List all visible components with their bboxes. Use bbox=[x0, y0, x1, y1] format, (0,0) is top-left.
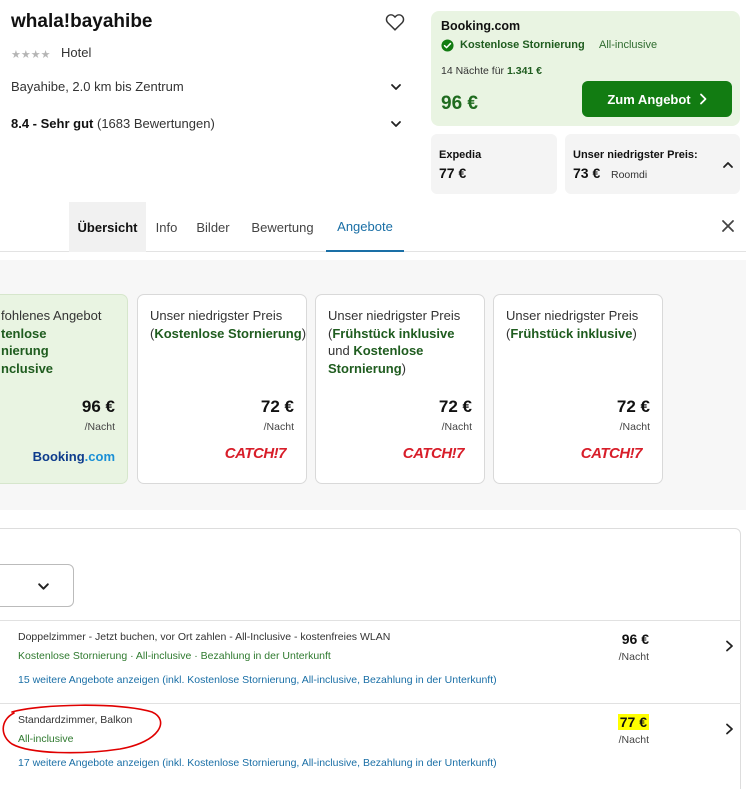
more-offers-link[interactable]: 15 weitere Angebote anzeigen (inkl. Kost… bbox=[18, 674, 497, 686]
catch7-logo: CATCH!7 bbox=[402, 445, 465, 462]
tab-bewertung[interactable]: Bewertung bbox=[242, 202, 323, 252]
offer-unit: /Nacht bbox=[84, 421, 115, 433]
offer-card-lowest-breakfast-cancel[interactable]: Unser niedrigster Preis (Frühstück inklu… bbox=[315, 294, 485, 484]
top-offer-price: 96 € bbox=[441, 93, 478, 114]
room-price: 77 € bbox=[617, 714, 649, 730]
close-icon[interactable] bbox=[721, 219, 735, 233]
expedia-offer-card[interactable]: Expedia 77 € bbox=[431, 134, 557, 194]
provider-name: Booking.com bbox=[441, 19, 521, 33]
room-price-unit: /Nacht bbox=[618, 734, 649, 746]
offer-unit: /Nacht bbox=[263, 421, 294, 433]
offer-price: 72 € bbox=[438, 397, 472, 416]
offer-unit: /Nacht bbox=[619, 421, 650, 433]
offer-title: fohlenes Angebot tenlose nierung nclusiv… bbox=[1, 308, 102, 376]
divider bbox=[0, 620, 741, 621]
chevron-down-icon bbox=[38, 583, 49, 590]
offer-title: Unser niedrigster Preis (Kostenlose Stor… bbox=[150, 308, 307, 341]
offer-unit: /Nacht bbox=[441, 421, 472, 433]
offer-card-lowest-cancel[interactable]: Unser niedrigster Preis (Kostenlose Stor… bbox=[137, 294, 307, 484]
check-circle-icon bbox=[441, 39, 454, 52]
lowest-price-card[interactable]: Unser niedrigster Preis: 73 € Roomdi bbox=[565, 134, 740, 194]
offer-price: 73 € bbox=[573, 165, 601, 181]
room-price-unit: /Nacht bbox=[618, 651, 649, 663]
rating-score: 8.4 - Sehr gut bbox=[11, 116, 94, 131]
booking-logo: Booking.com bbox=[32, 449, 115, 464]
chevron-down-icon bbox=[391, 121, 401, 127]
hotel-name: whala!bayahibe bbox=[11, 11, 153, 32]
rating-count: (1683 Bewertungen) bbox=[96, 116, 215, 131]
chevron-right-icon[interactable] bbox=[724, 640, 735, 652]
tab-bar: Übersicht Info Bilder Bewertung Angebote bbox=[0, 202, 746, 252]
chevron-down-icon bbox=[391, 84, 401, 90]
offer-card-lowest-breakfast[interactable]: Unser niedrigster Preis (Frühstück inklu… bbox=[493, 294, 663, 484]
provider-name: Expedia bbox=[439, 149, 482, 161]
cancellation-label: Kostenlose Stornierung bbox=[460, 39, 585, 51]
nights-total: 14 Nächte für 1.341 € bbox=[441, 65, 543, 77]
sort-dropdown[interactable] bbox=[0, 564, 74, 607]
lowest-price-label: Unser niedrigster Preis: bbox=[573, 149, 698, 161]
chevron-right-icon bbox=[699, 93, 707, 105]
rating-row[interactable]: 8.4 - Sehr gut (1683 Bewertungen) bbox=[11, 115, 406, 133]
chevron-right-icon[interactable] bbox=[724, 723, 735, 735]
heart-icon[interactable] bbox=[384, 11, 406, 33]
offer-source: Roomdi bbox=[611, 169, 648, 181]
catch7-logo: CATCH!7 bbox=[224, 445, 287, 462]
offer-price: 72 € bbox=[260, 397, 294, 416]
location-row[interactable]: Bayahibe, 2.0 km bis Zentrum bbox=[11, 78, 406, 96]
top-offer-card[interactable]: Booking.com Kostenlose Stornierung All-i… bbox=[431, 11, 740, 126]
tab-uebersicht[interactable]: Übersicht bbox=[69, 202, 146, 252]
offer-title: Unser niedrigster Preis (Frühstück inklu… bbox=[506, 308, 639, 341]
board-label: All-inclusive bbox=[599, 39, 658, 51]
tab-info[interactable]: Info bbox=[148, 202, 185, 252]
offer-price: 72 € bbox=[616, 397, 650, 416]
zum-angebot-button[interactable]: Zum Angebot bbox=[582, 81, 732, 117]
room-price: 96 € bbox=[621, 631, 649, 647]
room-tags: Kostenlose Stornierung · All-inclusive ·… bbox=[18, 650, 331, 662]
offers-carousel: fohlenes Angebot tenlose nierung nclusiv… bbox=[0, 260, 746, 510]
offer-title: Unser niedrigster Preis (Frühstück inklu… bbox=[328, 308, 461, 376]
more-offers-link[interactable]: 17 weitere Angebote anzeigen (inkl. Kost… bbox=[18, 757, 497, 769]
tab-bilder[interactable]: Bilder bbox=[189, 202, 237, 252]
room-title[interactable]: Doppelzimmer - Jetzt buchen, vor Ort zah… bbox=[18, 631, 390, 643]
annotation-ellipse bbox=[2, 704, 162, 754]
location-text: Bayahibe, 2.0 km bis Zentrum bbox=[11, 79, 184, 94]
offer-price: 96 € bbox=[81, 397, 115, 416]
tab-angebote[interactable]: Angebote bbox=[326, 202, 404, 252]
star-rating-icon: ★★★★ bbox=[11, 49, 51, 61]
catch7-logo: CATCH!7 bbox=[580, 445, 643, 462]
offer-card-recommended[interactable]: fohlenes Angebot tenlose nierung nclusiv… bbox=[0, 294, 128, 484]
offer-price: 77 € bbox=[439, 165, 467, 181]
chevron-up-icon[interactable] bbox=[722, 159, 734, 171]
hotel-type: Hotel bbox=[61, 45, 92, 60]
